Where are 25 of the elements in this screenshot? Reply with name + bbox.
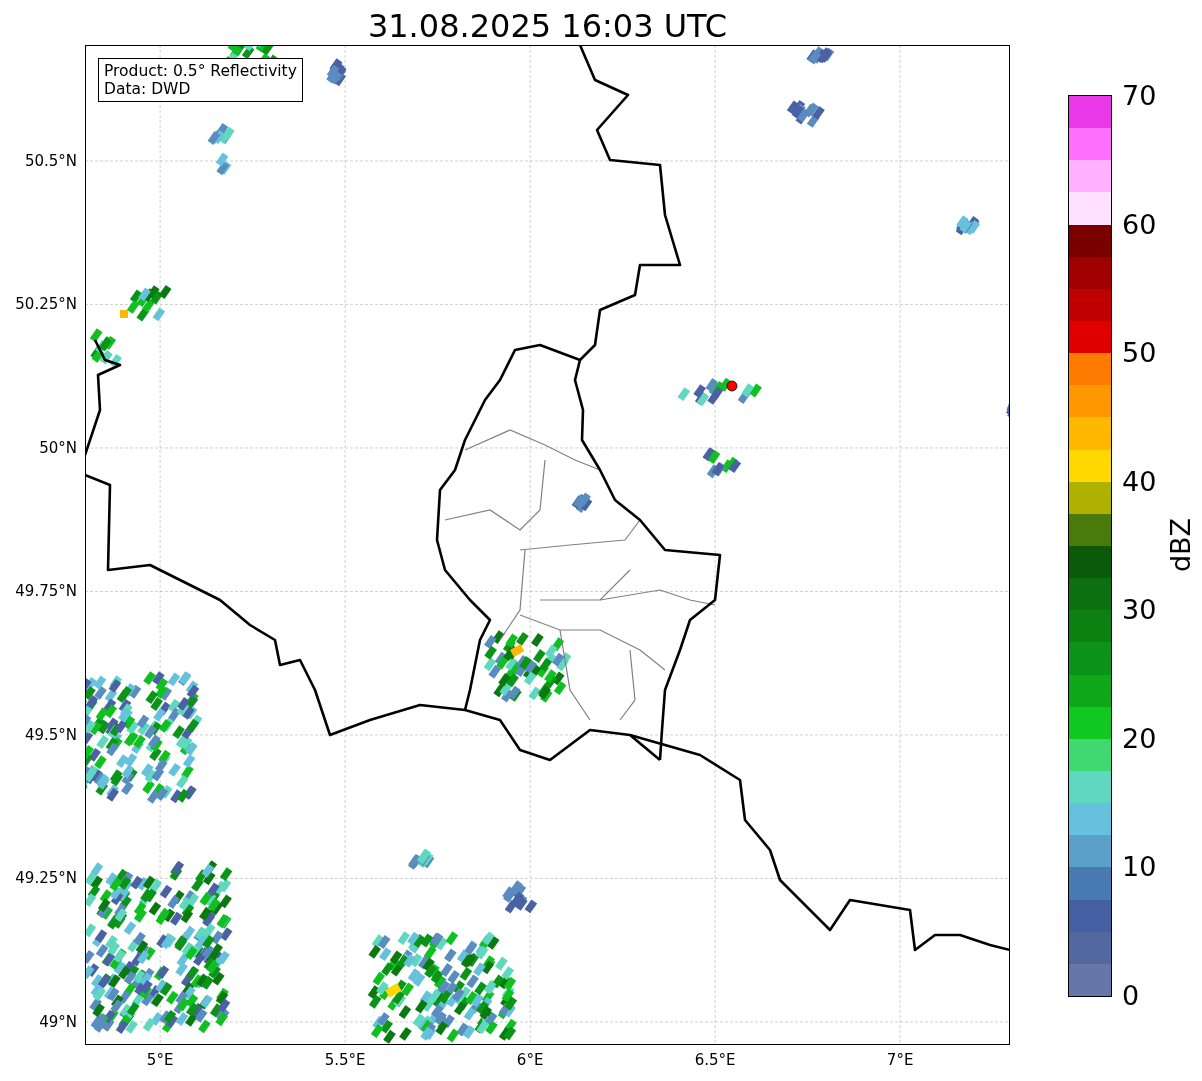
info-text: Product: 0.5° Reflectivity	[104, 62, 297, 80]
latitude-label: 49.75°N	[15, 582, 77, 601]
colorbar-tick-label: 60	[1121, 208, 1157, 240]
longitude-label: 5.5°E	[324, 1051, 366, 1069]
longitude-label: 7°E	[886, 1051, 914, 1069]
colorbar-tick-label: 40	[1121, 465, 1157, 497]
latitude-label: 50.25°N	[15, 295, 77, 314]
latitude-label: 50°N	[39, 438, 77, 457]
longitude-label: 6°E	[516, 1051, 544, 1069]
colorbar-tick-label: 70	[1121, 79, 1157, 111]
longitude-label: 6.5°E	[694, 1051, 736, 1069]
colorbar-tick-label: 0	[1121, 979, 1140, 1011]
latitude-label: 50.5°N	[24, 151, 77, 170]
colorbar-tick-label: 50	[1121, 336, 1157, 368]
chart-title: 31.08.2025 16:03 UTC	[366, 6, 729, 45]
latitude-label: 49.25°N	[15, 869, 77, 888]
radar-site-icon	[726, 380, 738, 392]
colorbar-tick-label: 10	[1121, 850, 1157, 882]
longitude-label: 5°E	[146, 1051, 174, 1069]
colorbar-tick-label: 30	[1121, 593, 1157, 625]
latitude-label: 49.5°N	[24, 725, 77, 744]
colorbar-label: dBZ	[1164, 517, 1196, 573]
info-text: Data: DWD	[104, 80, 192, 98]
colorbar-tick-label: 20	[1121, 722, 1157, 754]
latitude-label: 49°N	[39, 1012, 77, 1031]
